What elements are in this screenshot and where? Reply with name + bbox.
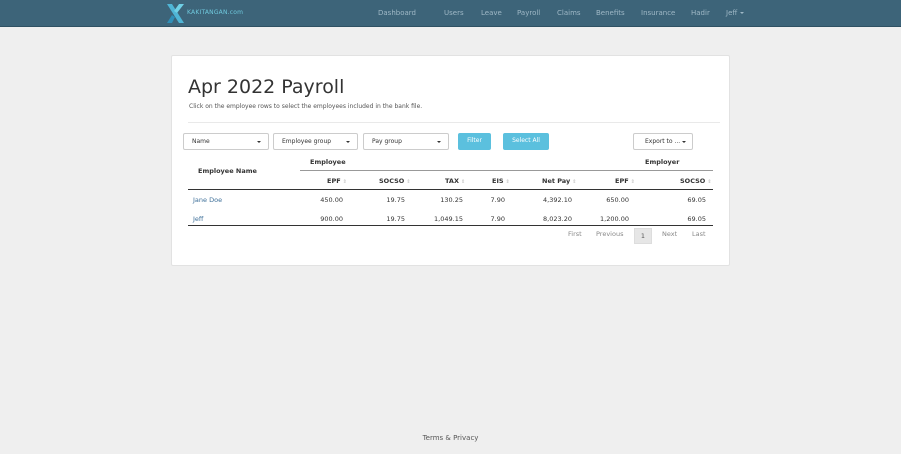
employee-group-dropdown[interactable]: Employee group [273,133,358,150]
nav-leave[interactable]: Leave [481,9,502,17]
employer-group-header: Employer [645,158,680,166]
column-header-epf[interactable]: EPF ⇕ [327,177,347,185]
pagination-last[interactable]: Last [692,230,706,238]
column-header-employer-epf[interactable]: EPF ⇕ [615,177,635,185]
chevron-down-icon [346,141,350,143]
chevron-down-icon [682,140,687,143]
cell-eis: 7.90 [490,215,505,223]
pagination-previous[interactable]: Previous [596,230,623,238]
pagination-page-1[interactable]: 1 [634,228,652,244]
chevron-down-icon [257,141,261,143]
employee-group-header: Employee [310,158,346,166]
export-label: Export to ... [645,138,681,145]
sort-icon: ⇕ [460,179,466,185]
column-header-tax[interactable]: TAX ⇕ [445,177,465,185]
nav-insurance[interactable]: Insurance [641,9,675,17]
cell-socso: 19.75 [386,215,405,223]
cell-employer-socso: 69.05 [687,215,706,223]
filter-button[interactable]: Filter [458,133,491,150]
nav-user-menu[interactable]: Jeff [726,9,744,17]
cell-net-pay: 8,023.20 [543,215,572,223]
sort-icon: ⇕ [505,179,510,185]
top-navbar: KAKITANGAN.com Dashboard Users Leave Pay… [0,0,901,27]
footer-terms-privacy[interactable]: Terms & Privacy [0,434,901,442]
employee-name-link[interactable]: Jeff [193,215,203,223]
column-header-eis[interactable]: EIS ⇕ [492,177,510,185]
column-header-socso[interactable]: SOCSO ⇕ [379,177,411,185]
employee-name-header[interactable]: Employee Name [198,167,257,175]
sort-icon: ⇕ [406,179,411,185]
nav-claims[interactable]: Claims [557,9,581,17]
pagination-first[interactable]: First [568,230,582,238]
sort-icon: ⇕ [630,179,635,185]
pay-group-label: Pay group [372,138,402,145]
name-filter-dropdown[interactable]: Name [183,133,269,150]
nav-benefits[interactable]: Benefits [596,9,625,17]
pagination-next[interactable]: Next [662,230,677,238]
export-dropdown[interactable]: Export to ... [633,133,693,150]
nav-payroll[interactable]: Payroll [517,9,540,17]
cell-net-pay: 4,392.10 [543,196,572,204]
header-bottom-line [188,189,713,190]
page-title: Apr 2022 Payroll [188,76,345,98]
employee-group-label: Employee group [282,138,332,145]
nav-dashboard[interactable]: Dashboard [378,9,416,17]
brand-name[interactable]: KAKITANGAN.com [187,9,243,16]
employee-name-link[interactable]: Jane Doe [193,196,222,204]
chevron-down-icon [437,141,441,143]
column-header-employer-socso[interactable]: SOCSO ⇕ [680,177,712,185]
cell-eis: 7.90 [490,196,505,204]
cell-tax: 1,049.15 [434,215,463,223]
divider [188,122,720,123]
cell-socso: 19.75 [386,196,405,204]
cell-employer-socso: 69.05 [687,196,706,204]
cell-employer-epf: 1,200.00 [600,215,629,223]
select-all-button[interactable]: Select All [503,133,549,150]
cell-tax: 130.25 [440,196,463,204]
page-subtitle: Click on the employee rows to select the… [189,103,423,110]
column-header-net-pay[interactable]: Net Pay ⇕ [542,177,576,185]
payroll-panel: Apr 2022 Payroll Click on the employee r… [171,55,730,266]
pay-group-dropdown[interactable]: Pay group [363,133,449,150]
cell-epf: 900.00 [320,215,343,223]
nav-hadir[interactable]: Hadir [691,9,710,17]
sort-icon: ⇕ [572,179,577,185]
nav-users[interactable]: Users [444,9,464,17]
table-bottom-line [188,225,713,226]
cell-epf: 450.00 [320,196,343,204]
kakitangan-logo-icon[interactable] [167,4,184,23]
cell-employer-epf: 650.00 [606,196,629,204]
sort-icon: ⇕ [342,179,347,185]
group-header-line [300,170,713,171]
name-filter-label: Name [192,138,210,145]
sort-icon: ⇕ [707,179,712,185]
